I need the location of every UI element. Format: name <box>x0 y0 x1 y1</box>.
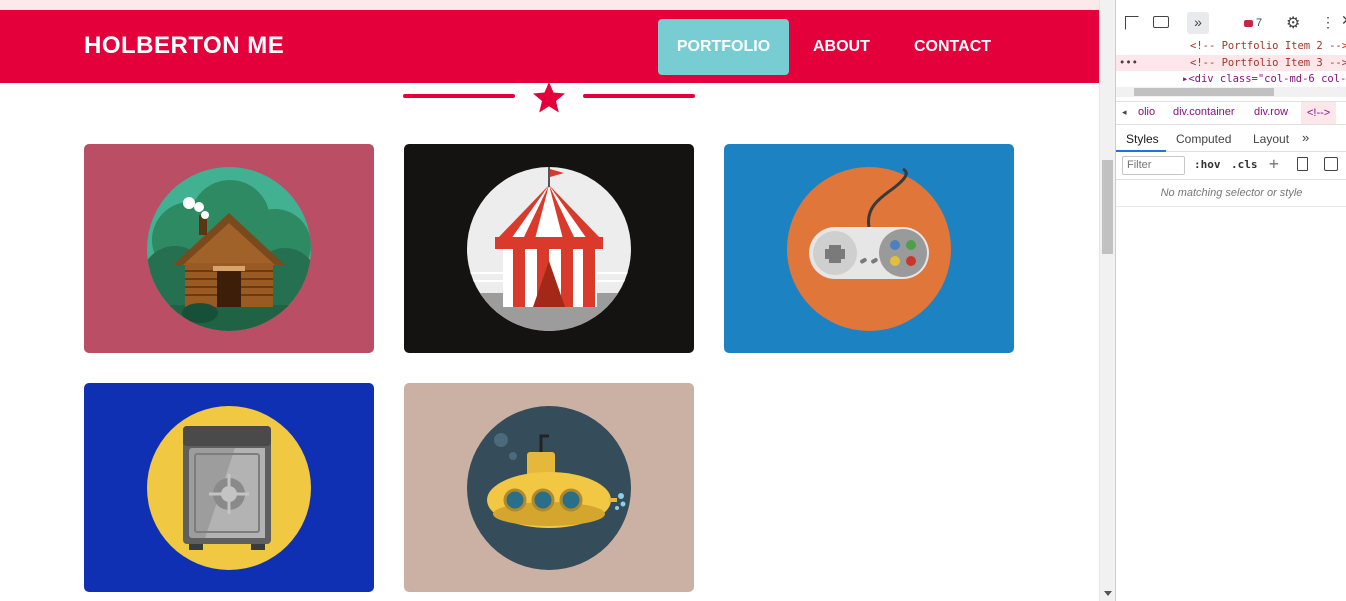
nav-about[interactable]: ABOUT <box>797 19 886 75</box>
top-strip <box>0 0 1099 10</box>
portfolio-item-safe[interactable] <box>84 383 374 592</box>
more-tabs-icon[interactable]: » <box>1302 130 1309 145</box>
brand-logo[interactable]: HOLBERTON ME <box>84 32 284 60</box>
dom-tree: <!-- Portfolio Item 2 --> ••• <!-- Portfo… <box>1116 38 1346 88</box>
tab-layout[interactable]: Layout <box>1253 132 1289 146</box>
add-style-rule-icon[interactable]: + <box>1269 154 1279 173</box>
portfolio-item-submarine[interactable] <box>404 383 694 592</box>
dom-hscroll-thumb[interactable] <box>1134 88 1274 96</box>
styles-empty-area <box>1116 207 1346 601</box>
page-scrollbar[interactable] <box>1099 0 1115 601</box>
styles-filter-bar: Filter :hov .cls + <box>1116 152 1346 180</box>
cabin-icon <box>147 167 311 331</box>
ellipsis-icon[interactable]: ••• <box>1119 55 1138 72</box>
settings-gear-icon[interactable]: ⚙ <box>1286 13 1300 33</box>
navbar: HOLBERTON ME PORTFOLIO ABOUT CONTACT <box>0 10 1099 83</box>
page-scrollbar-thumb[interactable] <box>1102 160 1113 254</box>
device-toolbar-icon[interactable] <box>1153 16 1169 28</box>
devtools-toolbar: » 7 ⚙ ⋮ ✕ <box>1116 0 1346 36</box>
star-icon <box>533 82 565 113</box>
breadcrumb-scroll-left-icon[interactable]: ◂ <box>1122 107 1127 118</box>
issues-icon <box>1244 19 1253 27</box>
divider-line-right <box>583 94 695 98</box>
website-viewport: HOLBERTON ME PORTFOLIO ABOUT CONTACT <box>0 0 1099 601</box>
styles-pane: No matching selector or style <box>1116 181 1346 207</box>
star-divider <box>403 80 695 114</box>
more-tabs-icon[interactable]: » <box>1187 12 1209 34</box>
toggle-sidebar-icon[interactable] <box>1324 157 1338 171</box>
styles-tabs: Styles Computed Layout » <box>1116 126 1346 152</box>
browser-window: HOLBERTON ME PORTFOLIO ABOUT CONTACT » 7… <box>0 0 1346 601</box>
dom-node-comment-selected[interactable]: ••• <!-- Portfolio Item 3 --> <box>1116 54 1346 72</box>
nav-contact[interactable]: CONTACT <box>898 19 1007 75</box>
dom-node-text: <!-- Portfolio Item 3 --> <box>1190 56 1346 69</box>
paint-brush-icon[interactable] <box>1297 157 1308 171</box>
breadcrumb-item[interactable]: div.container <box>1173 106 1235 118</box>
scroll-down-arrow-icon[interactable] <box>1104 591 1112 596</box>
dom-node-comment[interactable]: <!-- Portfolio Item 2 --> <box>1116 38 1346 55</box>
circus-tent-icon <box>467 167 631 331</box>
kebab-menu-icon[interactable]: ⋮ <box>1321 14 1335 31</box>
submarine-icon <box>467 406 631 570</box>
hover-state-button[interactable]: :hov <box>1194 158 1221 171</box>
dom-node-element[interactable]: ▸<div class="col-md-6 col-lg-4"> <box>1116 71 1346 88</box>
issues-counter[interactable]: 7 <box>1244 17 1262 29</box>
safe-icon <box>147 406 311 570</box>
breadcrumb-item[interactable]: div.row <box>1254 106 1288 118</box>
tab-computed[interactable]: Computed <box>1176 132 1231 146</box>
devtools-panel: » 7 ⚙ ⋮ ✕ <!-- Portfolio Item 2 --> •••<… <box>1115 0 1346 601</box>
portfolio-item-circus[interactable] <box>404 144 694 353</box>
inspect-element-icon[interactable] <box>1125 16 1139 30</box>
game-controller-icon <box>787 167 951 331</box>
portfolio-item-cabin[interactable] <box>84 144 374 353</box>
styles-filter-input[interactable]: Filter <box>1122 156 1185 175</box>
no-match-message: No matching selector or style <box>1160 187 1303 199</box>
dom-node-text: <div class="col-md-6 col-lg-4"> <box>1188 73 1346 85</box>
dom-horizontal-scrollbar[interactable] <box>1116 87 1346 97</box>
breadcrumb-item-selected[interactable]: <!--> <box>1301 102 1337 124</box>
issues-count: 7 <box>1256 17 1263 29</box>
nav-portfolio[interactable]: PORTFOLIO <box>658 19 789 75</box>
element-breadcrumbs: ◂ olio div.container div.row <!--> <box>1116 101 1346 125</box>
breadcrumb-item[interactable]: olio <box>1138 106 1155 118</box>
divider-line-left <box>403 94 515 98</box>
class-toggle-button[interactable]: .cls <box>1231 158 1258 171</box>
close-icon[interactable]: ✕ <box>1341 12 1346 29</box>
tab-styles[interactable]: Styles <box>1126 132 1159 146</box>
portfolio-item-game-controller[interactable] <box>724 144 1014 353</box>
